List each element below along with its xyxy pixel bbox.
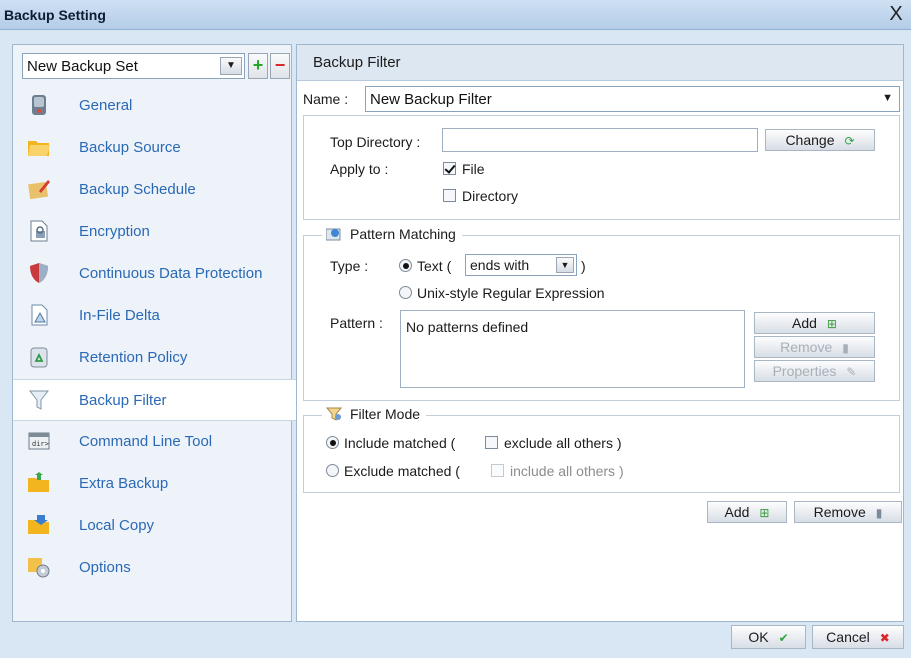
sidebar-nav: General Backup Source Backup Schedule En… [13,85,303,589]
sidebar-item-options[interactable]: Options [13,547,291,589]
filter-name-value: New Backup Filter [370,91,492,108]
add-icon: ⊞ [759,506,770,520]
type-regex-radio[interactable] [399,286,412,299]
folder-icon [28,141,50,156]
panel-header: Backup Filter [297,45,903,81]
apply-to-label: Apply to : [330,161,389,177]
sidebar-item-backup-source[interactable]: Backup Source [13,127,291,169]
backup-set-row: New Backup Set ▼ + − [22,53,290,79]
general-icon [32,95,46,115]
panel-title: Backup Filter [313,54,401,71]
pattern-list-placeholder: No patterns defined [406,319,529,335]
recycle-icon [30,347,48,368]
pattern-matching-legend: Pattern Matching [322,226,462,244]
filter-mode-section: Filter Mode Include matched ( exclude al… [303,406,900,493]
pattern-add-button[interactable]: Add ⊞ [754,312,875,334]
backup-setting-window: Backup Setting X New Backup Set ▼ + − Ge… [0,0,911,658]
backup-filter-panel: Backup Filter Name : New Backup Filter ▼… [296,44,904,622]
chevron-down-icon[interactable]: ▼ [556,257,574,273]
pattern-properties-button[interactable]: Properties ✎ [754,360,875,382]
sidebar-item-extra-backup[interactable]: Extra Backup [13,463,291,505]
pattern-matching-section: Pattern Matching Type : Text ( ends with… [303,226,900,401]
include-all-others-checkbox[interactable] [491,464,504,477]
pattern-label: Pattern : [330,315,383,331]
filter-mode-legend: Filter Mode [322,406,427,424]
svg-text:dir>: dir> [32,440,49,448]
filter-mode-icon [326,407,342,421]
close-icon: ✖ [879,631,890,645]
filter-remove-button[interactable]: Remove ▮ [794,501,902,523]
exclude-matched-radio[interactable] [326,464,339,477]
apply-directory-checkbox[interactable] [443,189,456,202]
sidebar-item-backup-filter[interactable]: Backup Filter [13,379,303,421]
backup-set-value: New Backup Set [27,58,138,75]
terminal-icon: dir> [28,432,50,450]
text-mode-close: ) [581,258,586,274]
top-directory-input[interactable] [442,128,758,152]
backup-set-select[interactable]: New Backup Set ▼ [22,53,245,79]
title-bar[interactable]: Backup Setting X [0,0,911,30]
extra-backup-icon [28,472,49,492]
filter-add-button[interactable]: Add ⊞ [707,501,787,523]
pattern-remove-button[interactable]: Remove ▮ [754,336,875,358]
exclude-all-others-label: exclude all others ) [504,435,622,451]
exclude-matched-label: Exclude matched ( [344,463,460,479]
chevron-down-icon[interactable]: ▼ [882,92,893,104]
include-all-others-label: include all others ) [510,463,624,479]
sidebar: New Backup Set ▼ + − General Backup Sour… [12,44,303,622]
cancel-button[interactable]: Cancel ✖ [812,625,904,649]
check-icon: ✔ [778,631,789,645]
sidebar-item-local-copy[interactable]: Local Copy [13,505,291,547]
text-mode-value: ends with [470,257,530,273]
type-label: Type : [330,258,369,274]
name-label: Name : [303,91,349,107]
pattern-list[interactable]: No patterns defined [400,310,745,388]
chevron-down-icon[interactable]: ▼ [220,57,242,75]
options-icon [28,558,50,578]
type-regex-label: Unix-style Regular Expression [417,285,605,301]
shield-icon [30,263,48,283]
encryption-icon [30,220,48,242]
add-icon: ⊞ [826,317,837,331]
include-matched-radio[interactable] [326,436,339,449]
sidebar-item-retention-policy[interactable]: Retention Policy [13,337,291,379]
exclude-all-others-checkbox[interactable] [485,436,498,449]
apply-file-label: File [462,161,485,177]
sidebar-item-command-line-tool[interactable]: dir> Command Line Tool [13,421,291,463]
filter-name-select[interactable]: New Backup Filter ▼ [365,86,900,112]
remove-backup-set-button[interactable]: − [270,53,290,79]
type-text-label: Text ( [417,258,452,274]
refresh-icon: ⟳ [844,134,855,148]
local-copy-icon [28,515,49,534]
top-directory-label: Top Directory : [330,134,421,150]
apply-directory-label: Directory [462,188,519,204]
apply-file-checkbox[interactable] [443,162,456,175]
text-mode-select[interactable]: ends with ▼ [465,254,577,276]
sidebar-item-backup-schedule[interactable]: Backup Schedule [13,169,291,211]
add-backup-set-button[interactable]: + [248,53,268,79]
close-button[interactable]: X [885,3,907,25]
trash-icon: ▮ [842,341,849,355]
properties-icon: ✎ [846,365,857,379]
filter-icon [28,390,50,410]
change-button[interactable]: Change ⟳ [765,129,875,151]
trash-icon: ▮ [875,506,883,520]
sidebar-item-encryption[interactable]: Encryption [13,211,291,253]
ok-button[interactable]: OK ✔ [731,625,806,649]
include-matched-label: Include matched ( [344,435,456,451]
delta-icon [31,304,48,326]
directory-section: Top Directory : Change ⟳ Apply to : File … [303,115,900,220]
type-text-radio[interactable] [399,259,412,272]
schedule-icon [28,180,50,200]
window-title: Backup Setting [4,7,106,23]
sidebar-item-continuous-data-protection[interactable]: Continuous Data Protection [13,253,291,295]
sidebar-item-in-file-delta[interactable]: In-File Delta [13,295,291,337]
pattern-icon [326,228,341,241]
sidebar-item-general[interactable]: General [13,85,291,127]
